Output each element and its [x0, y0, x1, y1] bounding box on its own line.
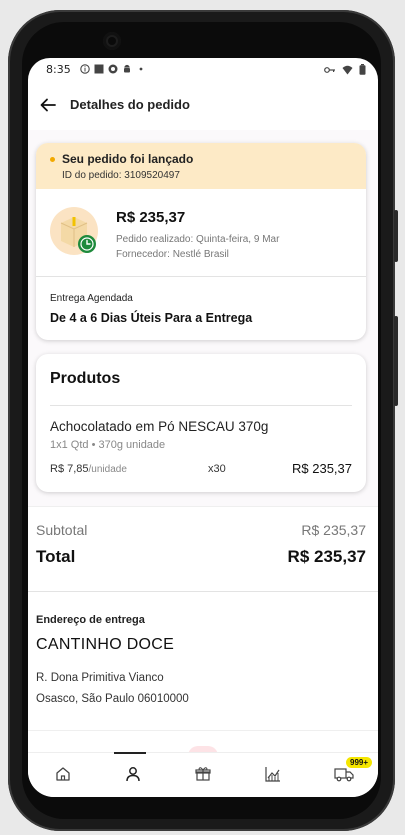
orders-badge: 999+ — [346, 757, 373, 768]
delivery-label: Entrega Agendada — [50, 293, 133, 304]
address-line-2: Osasco, São Paulo 06010000 — [36, 693, 189, 705]
home-icon — [56, 767, 70, 781]
sync-icon — [108, 64, 118, 74]
bottom-nav: 999+ — [28, 752, 378, 797]
info-icon — [80, 64, 90, 74]
nav-profile[interactable] — [98, 753, 168, 797]
subtotal-value: R$ 235,37 — [301, 522, 366, 538]
section-divider — [28, 591, 378, 592]
key-icon — [324, 66, 335, 73]
page-title: Detalhes do pedido — [70, 97, 190, 112]
product-name: Achocolatado em Pó NESCAU 370g — [50, 419, 269, 434]
card-divider — [36, 276, 366, 277]
product-quantity-info: 1x1 Qtd • 370g unidade — [50, 439, 166, 451]
product-unit-price: R$ 7,85/unidade — [50, 463, 127, 475]
wifi-icon — [342, 65, 353, 74]
address-label: Endereço de entrega — [36, 614, 145, 626]
products-card: Produtos Achocolatado em Pó NESCAU 370g … — [36, 354, 366, 492]
back-arrow-icon[interactable] — [38, 95, 58, 115]
address-name: CANTINHO DOCE — [36, 636, 175, 653]
unit-price-suffix: /unidade — [88, 464, 127, 475]
status-time: 8:35 — [46, 63, 71, 76]
status-dot — [50, 157, 55, 162]
order-supplier: Fornecedor: Nestlé Brasil — [116, 249, 229, 260]
nav-reports[interactable] — [238, 753, 308, 797]
volume-button — [394, 210, 398, 262]
system-icons — [324, 64, 366, 75]
app-screen: 8:35 Detalhes do pedido Seu pedido foi l… — [28, 58, 378, 797]
app-header: Detalhes do pedido — [28, 82, 378, 130]
subtotal-label: Subtotal — [36, 522, 88, 538]
order-status-card: Seu pedido foi lançado ID do pedido: 310… — [36, 143, 366, 340]
unit-price-value: R$ 7,85 — [50, 463, 89, 475]
products-title: Produtos — [50, 370, 121, 387]
battery-icon — [359, 64, 366, 75]
delivery-window: De 4 a 6 Dias Úteis Para a Entrega — [50, 311, 253, 325]
package-clock-icon — [50, 207, 98, 255]
status-bar: 8:35 — [28, 58, 378, 82]
profile-icon — [126, 767, 140, 782]
power-button — [394, 316, 398, 406]
notification-icons — [80, 64, 146, 74]
gift-icon — [195, 767, 211, 781]
order-date: Pedido realizado: Quinta-feira, 9 Mar — [116, 234, 280, 245]
chart-icon — [265, 767, 280, 782]
products-divider — [50, 405, 352, 406]
front-camera — [103, 32, 121, 50]
section-divider — [28, 730, 378, 731]
nav-home[interactable] — [28, 753, 98, 797]
android-icon — [124, 64, 130, 73]
order-id: ID do pedido: 3109520497 — [62, 170, 180, 181]
dot-icon — [139, 67, 143, 71]
total-value: R$ 235,37 — [287, 547, 366, 566]
product-count: x30 — [208, 463, 226, 475]
address-line-1: R. Dona Primitiva Vianco — [36, 672, 164, 684]
order-status-banner: Seu pedido foi lançado ID do pedido: 310… — [36, 143, 366, 189]
section-divider — [28, 506, 378, 507]
total-label: Total — [36, 547, 76, 566]
order-price: R$ 235,37 — [116, 209, 186, 226]
square-app-icon — [94, 64, 104, 74]
nav-gifts[interactable] — [168, 753, 238, 797]
order-status-title: Seu pedido foi lançado — [62, 152, 194, 166]
product-total: R$ 235,37 — [292, 461, 352, 476]
